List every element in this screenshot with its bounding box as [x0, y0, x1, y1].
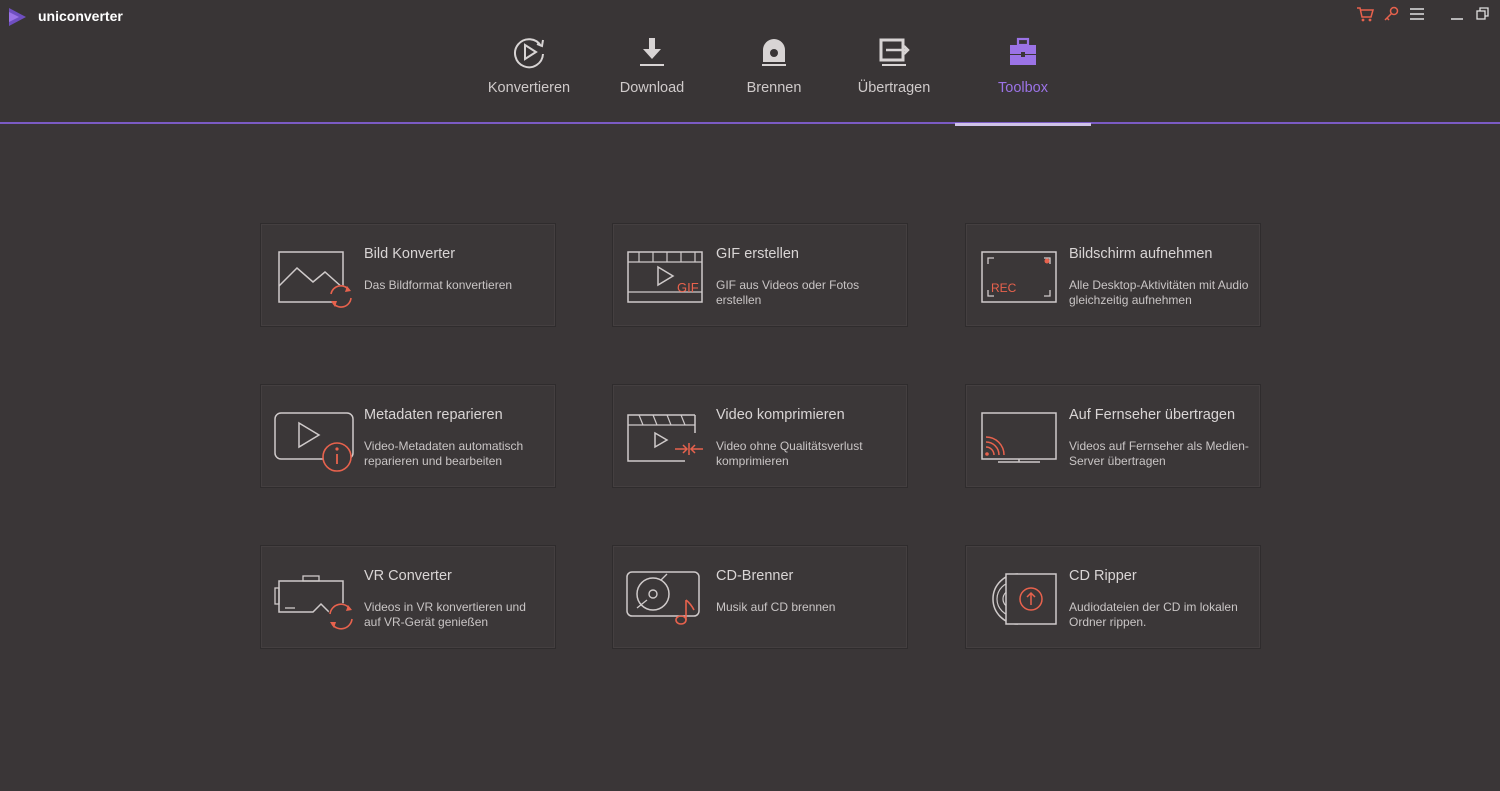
- gif-maker-icon: GIF: [627, 251, 703, 303]
- tool-card-cd-ripper[interactable]: CD Ripper Audiodateien der CD im lokalen…: [965, 545, 1261, 649]
- tool-title: Auf Fernseher übertragen: [1069, 407, 1236, 423]
- cart-icon[interactable]: [1356, 5, 1374, 23]
- burn-disc-icon: [756, 34, 792, 70]
- tool-title: Video komprimieren: [716, 407, 845, 423]
- tool-card-video-komprimieren[interactable]: Video komprimieren Video ohne Qualitätsv…: [612, 384, 908, 488]
- menu-icon[interactable]: [1408, 5, 1426, 23]
- key-icon[interactable]: [1382, 5, 1400, 23]
- convert-icon: [511, 34, 547, 70]
- window-controls: [1356, 4, 1492, 24]
- tab-label: Konvertieren: [487, 80, 571, 96]
- tab-label: Brennen: [746, 80, 802, 96]
- video-compress-icon: [627, 414, 703, 462]
- tab-toolbox[interactable]: Toolbox: [955, 30, 1091, 126]
- tool-description: GIF aus Videos oder Fotos erstellen: [716, 278, 860, 307]
- tool-card-gif-erstellen[interactable]: GIF GIF erstellen GIF aus Videos oder Fo…: [612, 223, 908, 327]
- rec-badge: REC: [991, 281, 1017, 295]
- tab-download[interactable]: Download: [584, 30, 720, 124]
- tool-title: VR Converter: [364, 568, 452, 584]
- tab-label: Übertragen: [857, 80, 931, 96]
- tool-description: Audiodateien der CD im lokalen Ordner ri…: [1069, 600, 1238, 629]
- tool-description: Videos auf Fernseher als Medien-Server ü…: [1069, 439, 1249, 468]
- tool-title: Metadaten reparieren: [364, 407, 503, 423]
- restore-icon[interactable]: [1474, 5, 1492, 23]
- tool-description: Das Bildformat konvertieren: [364, 278, 513, 292]
- app-logo-icon: [9, 8, 26, 26]
- gif-badge: GIF: [677, 280, 699, 295]
- tool-card-vr-converter[interactable]: VR Converter Videos in VR konvertieren u…: [260, 545, 556, 649]
- app-title: uniconverter: [38, 8, 123, 24]
- cast-tv-icon: [981, 412, 1057, 463]
- download-icon: [634, 34, 670, 70]
- tab-label: Download: [619, 80, 685, 96]
- tool-description: Video ohne Qualitätsverlust komprimieren: [716, 439, 863, 468]
- metadata-fix-icon: [274, 412, 354, 472]
- cd-burner-icon: [626, 571, 700, 625]
- tool-card-auf-fernseher-uebertragen[interactable]: Auf Fernseher übertragen Videos auf Fern…: [965, 384, 1261, 488]
- tool-description: Alle Desktop-Aktivitäten mit Audio gleic…: [1069, 278, 1249, 307]
- tool-title: Bildschirm aufnehmen: [1069, 246, 1213, 262]
- tool-description: Musik auf CD brennen: [716, 600, 836, 614]
- minimize-icon[interactable]: [1448, 5, 1466, 23]
- vr-convert-icon: [274, 575, 354, 630]
- toolbox-icon: [1005, 34, 1041, 70]
- tab-brennen[interactable]: Brennen: [706, 30, 842, 124]
- screen-record-icon: REC: [981, 251, 1057, 303]
- image-convert-icon: [278, 251, 352, 308]
- cd-ripper-icon: [992, 573, 1057, 625]
- tool-card-bild-konverter[interactable]: Bild Konverter Das Bildformat konvertier…: [260, 223, 556, 327]
- top-bar: uniconverter Konvertieren Download Brenn…: [0, 0, 1500, 126]
- tool-title: Bild Konverter: [364, 246, 456, 262]
- tool-title: CD Ripper: [1069, 568, 1137, 584]
- tool-title: GIF erstellen: [716, 246, 799, 262]
- main-nav: Konvertieren Download Brennen Übertragen…: [0, 30, 1500, 126]
- tab-label: Toolbox: [998, 80, 1048, 96]
- tab-konvertieren[interactable]: Konvertieren: [461, 30, 597, 124]
- tool-description: Videos in VR konvertieren und auf VR-Ger…: [364, 600, 526, 629]
- tool-card-cd-brenner[interactable]: CD-Brenner Musik auf CD brennen: [612, 545, 908, 649]
- tool-title: CD-Brenner: [716, 568, 794, 584]
- tool-card-metadaten-reparieren[interactable]: Metadaten reparieren Video-Metadaten aut…: [260, 384, 556, 488]
- tool-description: Video-Metadaten automatisch reparieren u…: [364, 439, 524, 468]
- tab-uebertragen[interactable]: Übertragen: [826, 30, 962, 124]
- tool-card-bildschirm-aufnehmen[interactable]: REC Bildschirm aufnehmen Alle Desktop-Ak…: [965, 223, 1261, 327]
- transfer-icon: [876, 34, 912, 70]
